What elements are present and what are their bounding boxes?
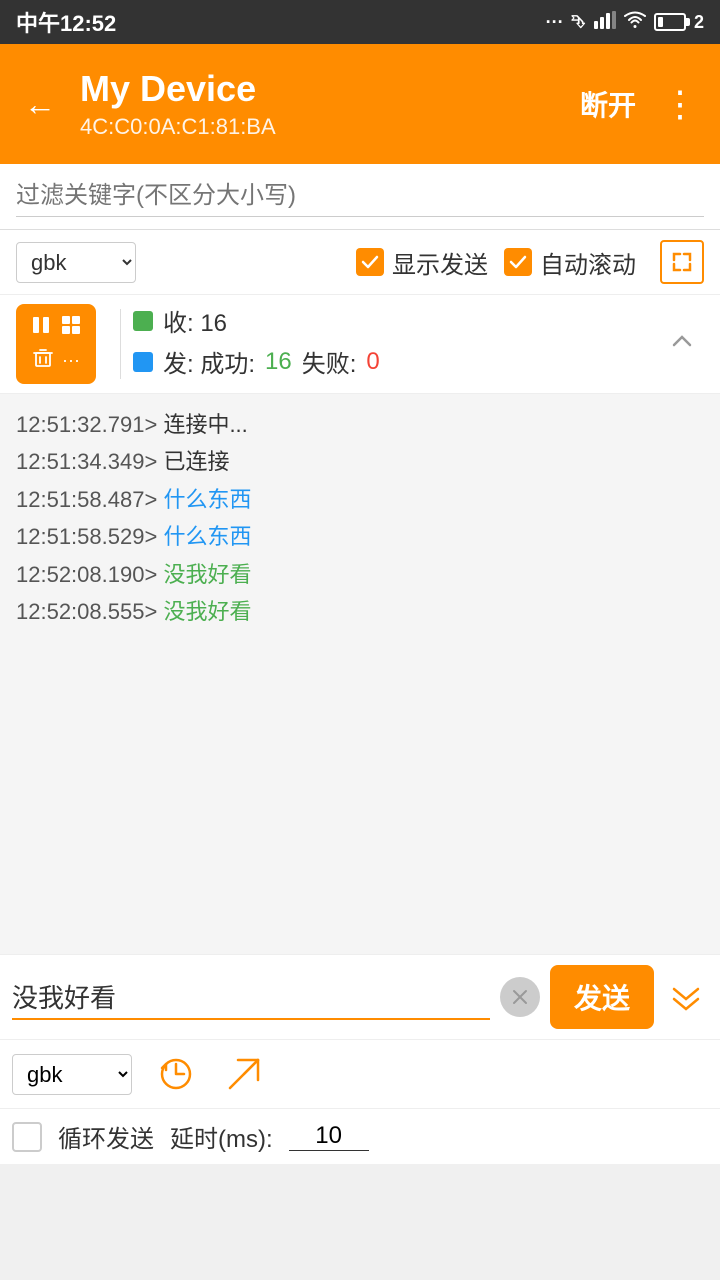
log-line-4: 12:52:08.190> 没我好看 — [16, 556, 704, 593]
show-send-checkbox[interactable] — [356, 248, 384, 276]
delay-input[interactable] — [289, 1122, 369, 1151]
signal-dots-icon: ··· — [546, 12, 564, 33]
bottom-encoding-select[interactable]: gbk utf-8 — [12, 1054, 132, 1095]
recv-indicator — [133, 311, 153, 331]
filter-input[interactable] — [16, 176, 704, 217]
wifi-icon — [624, 11, 646, 34]
send-prefix-label: 发: 成功: — [163, 344, 255, 379]
send-button[interactable]: 发送 — [550, 965, 654, 1029]
stats-info: 收: 16 发: 成功: 16 失败: 0 — [133, 303, 660, 385]
encoding-select[interactable]: gbk utf-8 — [16, 242, 136, 283]
log-line-0: 12:51:32.791> 连接中... — [16, 406, 704, 443]
app-bar: ← My Device 4C:C0:0A:C1:81:BA 断开 ⋮ — [0, 44, 720, 164]
input-row: 发送 — [0, 955, 720, 1040]
battery-icon — [654, 13, 686, 31]
auto-scroll-toggle[interactable]: 自动滚动 — [504, 245, 636, 280]
send-fail-prefix: 失败: — [302, 344, 357, 379]
controls-bar: gbk utf-8 显示发送 自动滚动 — [0, 230, 720, 295]
bottom-area: 发送 gbk utf-8 — [0, 954, 720, 1164]
status-time: 中午12:52 — [16, 6, 116, 38]
status-bar: 中午12:52 ··· ⮷ 2 — [0, 0, 720, 44]
expand-down-button[interactable] — [664, 975, 708, 1019]
signal-bars-icon — [594, 11, 616, 34]
device-name: My Device — [80, 68, 560, 110]
expand-button[interactable] — [660, 240, 704, 284]
auto-scroll-checkbox[interactable] — [504, 248, 532, 276]
battery-level: 2 — [694, 12, 704, 33]
send-indicator — [133, 352, 153, 372]
back-button[interactable]: ← — [16, 78, 64, 131]
app-bar-actions: 断开 ⋮ — [576, 78, 704, 130]
pause-icon[interactable] — [30, 314, 52, 341]
trash-icon[interactable] — [32, 347, 54, 374]
send-success-count: 16 — [265, 348, 292, 376]
loop-send-label: 循环发送 — [58, 1119, 154, 1154]
divider — [120, 309, 121, 379]
log-line-1: 12:51:34.349> 已连接 — [16, 443, 704, 480]
pause-clear-row — [30, 314, 82, 341]
log-line-5: 12:52:08.555> 没我好看 — [16, 593, 704, 630]
clear-input-button[interactable] — [500, 977, 540, 1017]
recv-stat-row: 收: 16 — [133, 303, 660, 338]
show-send-label: 显示发送 — [392, 245, 488, 280]
device-mac: 4C:C0:0A:C1:81:BA — [80, 114, 560, 140]
loop-row: 循环发送 延时(ms): — [0, 1109, 720, 1164]
auto-scroll-label: 自动滚动 — [540, 245, 636, 280]
grid-icon[interactable] — [60, 314, 82, 341]
log-area: 12:51:32.791> 连接中... 12:51:34.349> 已连接 1… — [0, 394, 720, 954]
log-line-3: 12:51:58.529> 什么东西 — [16, 518, 704, 555]
disconnect-button[interactable]: 断开 — [576, 78, 640, 130]
history-button[interactable] — [152, 1050, 200, 1098]
collapse-button[interactable] — [660, 319, 704, 370]
send-file-button[interactable] — [220, 1050, 268, 1098]
encoding-row: gbk utf-8 — [0, 1040, 720, 1109]
more-options-button[interactable]: ⋮ — [656, 80, 704, 128]
delete-row: ··· — [32, 347, 80, 374]
bluetooth-icon: ⮷ — [572, 12, 586, 33]
stats-bar: ··· 收: 16 发: 成功: 16 失败: 0 — [0, 295, 720, 394]
show-send-toggle[interactable]: 显示发送 — [356, 245, 488, 280]
send-fail-count: 0 — [366, 348, 379, 376]
delay-label: 延时(ms): — [170, 1119, 273, 1154]
dots-icon[interactable]: ··· — [62, 350, 80, 371]
filter-bar — [0, 164, 720, 230]
log-line-2: 12:51:58.487> 什么东西 — [16, 481, 704, 518]
message-input[interactable] — [12, 975, 490, 1020]
send-stat-row: 发: 成功: 16 失败: 0 — [133, 344, 660, 379]
status-icons: ··· ⮷ 2 — [546, 11, 704, 34]
stats-controls: ··· — [16, 304, 96, 384]
loop-send-checkbox[interactable] — [12, 1122, 42, 1152]
app-bar-title: My Device 4C:C0:0A:C1:81:BA — [80, 68, 560, 140]
recv-label: 收: 16 — [163, 303, 227, 338]
